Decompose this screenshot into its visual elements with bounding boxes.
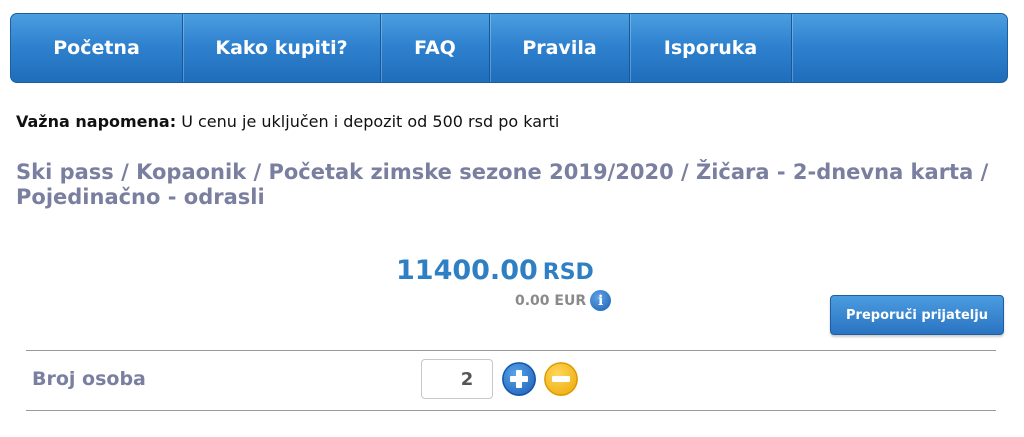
price-eur: 0.00 EUR i <box>515 290 612 311</box>
price-amount: 11400.00 <box>396 255 538 286</box>
nav-item-rules[interactable]: Pravila <box>490 14 630 82</box>
nav-item-faq[interactable]: FAQ <box>381 14 490 82</box>
price: 11400.00 RSD <box>396 255 594 286</box>
nav-item-delivery[interactable]: Isporuka <box>630 14 792 82</box>
main-nav: Početna Kako kupiti? FAQ Pravila Isporuk… <box>10 13 1008 83</box>
note-label: Važna napomena: <box>16 112 177 131</box>
recommend-to-friend-button[interactable]: Preporuči prijatelju <box>830 295 1004 335</box>
note-text: U cenu je uključen i depozit od 500 rsd … <box>176 112 560 131</box>
divider-top <box>26 350 996 351</box>
eur-amount: 0.00 EUR <box>515 292 587 309</box>
plus-icon[interactable] <box>502 362 536 396</box>
persons-label: Broj osoba <box>32 368 146 390</box>
persons-quantity-input[interactable] <box>421 359 493 399</box>
breadcrumb: Ski pass / Kopaonik / Početak zimske sez… <box>16 160 989 209</box>
important-note: Važna napomena: U cenu je uključen i dep… <box>16 112 559 131</box>
nav-item-home[interactable]: Početna <box>11 14 183 82</box>
info-icon[interactable]: i <box>590 290 612 311</box>
divider-bottom <box>26 410 996 411</box>
minus-icon[interactable] <box>544 362 578 396</box>
nav-item-how-to-buy[interactable]: Kako kupiti? <box>183 14 381 82</box>
price-currency: RSD <box>542 260 594 285</box>
